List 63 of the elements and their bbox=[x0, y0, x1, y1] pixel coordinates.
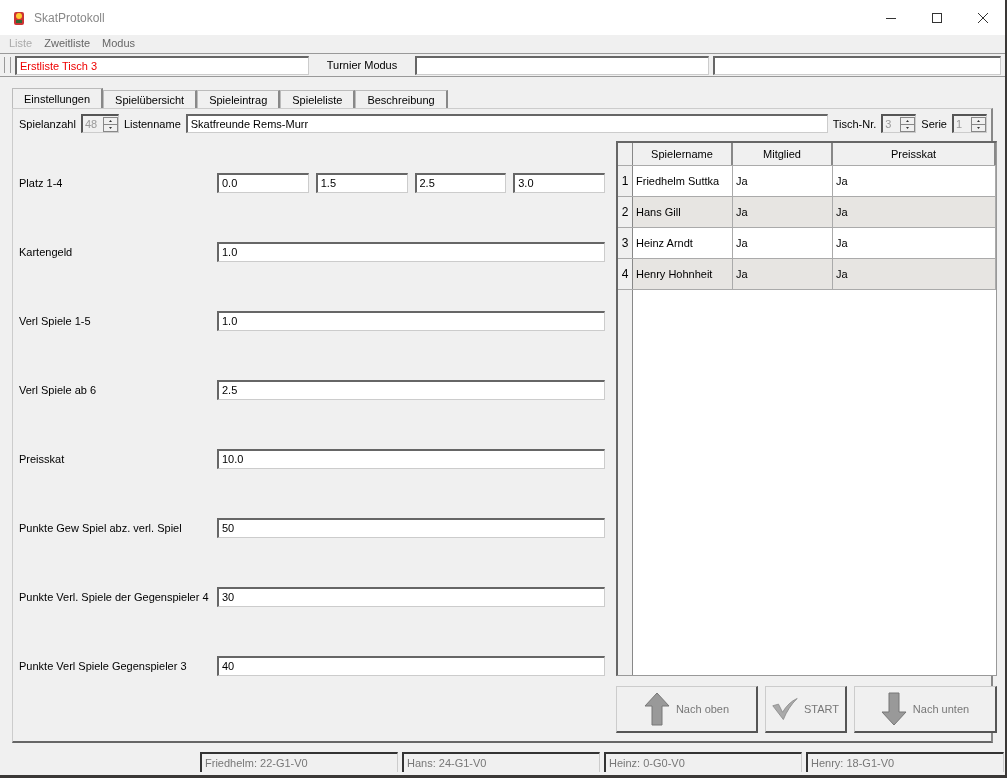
setting-field[interactable]: 50 bbox=[217, 517, 605, 538]
table-cell: Hans Gill bbox=[633, 197, 733, 227]
spinner-arrows-icon[interactable] bbox=[971, 116, 986, 132]
close-icon[interactable] bbox=[977, 11, 989, 24]
mode-field[interactable] bbox=[415, 55, 709, 75]
setting-field[interactable]: 2.5 bbox=[217, 379, 605, 400]
app-icon bbox=[12, 9, 26, 26]
setting-field[interactable]: 1.5 bbox=[315, 172, 408, 193]
toolbar-grip[interactable] bbox=[4, 57, 11, 73]
row-number: 1 bbox=[618, 166, 633, 196]
table-cell: Ja bbox=[833, 228, 996, 258]
setting-field[interactable]: 1.0 bbox=[217, 241, 605, 262]
status-field: Hans: 24-G1-V0 bbox=[402, 752, 600, 772]
setting-label: Kartengeld bbox=[19, 245, 74, 258]
status-field: Friedhelm: 22-G1-V0 bbox=[200, 752, 398, 772]
setting-label: Verl Spiele 1-5 bbox=[19, 314, 92, 327]
table-cell: Ja bbox=[733, 259, 833, 289]
table-cell: Ja bbox=[733, 228, 833, 258]
menu-item[interactable]: Modus bbox=[102, 36, 136, 49]
mode-label: Turnier Modus bbox=[325, 59, 399, 71]
setting-field[interactable]: 30 bbox=[217, 586, 605, 607]
setting-label: Verl Spiele ab 6 bbox=[19, 383, 98, 396]
table-cell: Friedhelm Suttka bbox=[633, 166, 733, 196]
setting-field[interactable]: 40 bbox=[217, 655, 605, 676]
arrow-up-icon bbox=[643, 692, 670, 726]
setting-label: Platz 1-4 bbox=[19, 176, 64, 189]
table-cell: Henry Hohnheit bbox=[633, 259, 733, 289]
table-cell: Ja bbox=[733, 166, 833, 196]
status-field: Henry: 18-G1-V0 bbox=[806, 752, 1004, 772]
table-cell: Ja bbox=[833, 197, 996, 227]
window-title: SkatProtokoll bbox=[34, 10, 105, 25]
checkmark-icon bbox=[772, 695, 798, 723]
setting-label: Punkte Verl. Spiele der Gegenspieler 4 bbox=[19, 590, 210, 603]
row-number: 2 bbox=[618, 197, 633, 227]
maximize-icon[interactable] bbox=[931, 11, 943, 24]
setting-field[interactable]: 0.0 bbox=[217, 172, 309, 193]
games-label: Spielanzahl bbox=[19, 117, 76, 130]
table-cell: Ja bbox=[833, 259, 996, 289]
list-name-label: Listenname bbox=[123, 117, 181, 130]
table-cell: Ja bbox=[733, 197, 833, 227]
table-number-label: Tisch-Nr. bbox=[832, 117, 877, 130]
setting-field[interactable]: 3.0 bbox=[513, 172, 605, 193]
table-cell: Heinz Arndt bbox=[633, 228, 733, 258]
menu-item[interactable]: Zweitliste bbox=[44, 36, 91, 49]
spinner-arrows-icon[interactable] bbox=[900, 116, 916, 132]
info-field[interactable] bbox=[713, 55, 1001, 75]
list-title-field[interactable]: Erstliste Tisch 3 bbox=[15, 55, 309, 75]
setting-field[interactable]: 1.0 bbox=[217, 310, 605, 331]
setting-label: Preisskat bbox=[19, 452, 66, 465]
arrow-down-icon bbox=[880, 692, 907, 726]
row-number: 3 bbox=[618, 228, 633, 258]
series-label: Serie bbox=[921, 117, 947, 130]
row-number: 4 bbox=[618, 259, 633, 289]
tab[interactable]: Einstellungen bbox=[12, 88, 104, 109]
tab[interactable]: Beschreibung bbox=[355, 90, 448, 109]
status-field: Heinz: 0-G0-V0 bbox=[604, 752, 802, 772]
spinner-arrows-icon[interactable] bbox=[102, 116, 118, 132]
setting-field[interactable]: 10.0 bbox=[217, 448, 605, 469]
setting-field[interactable]: 2.5 bbox=[414, 172, 507, 193]
setting-label: Punkte Gew Spiel abz. verl. Spiel bbox=[19, 521, 183, 534]
setting-label: Punkte Verl Spiele Gegenspieler 3 bbox=[19, 659, 188, 672]
table-cell: Ja bbox=[833, 166, 996, 196]
list-name-field[interactable]: Skatfreunde Rems-Murr bbox=[185, 114, 828, 133]
